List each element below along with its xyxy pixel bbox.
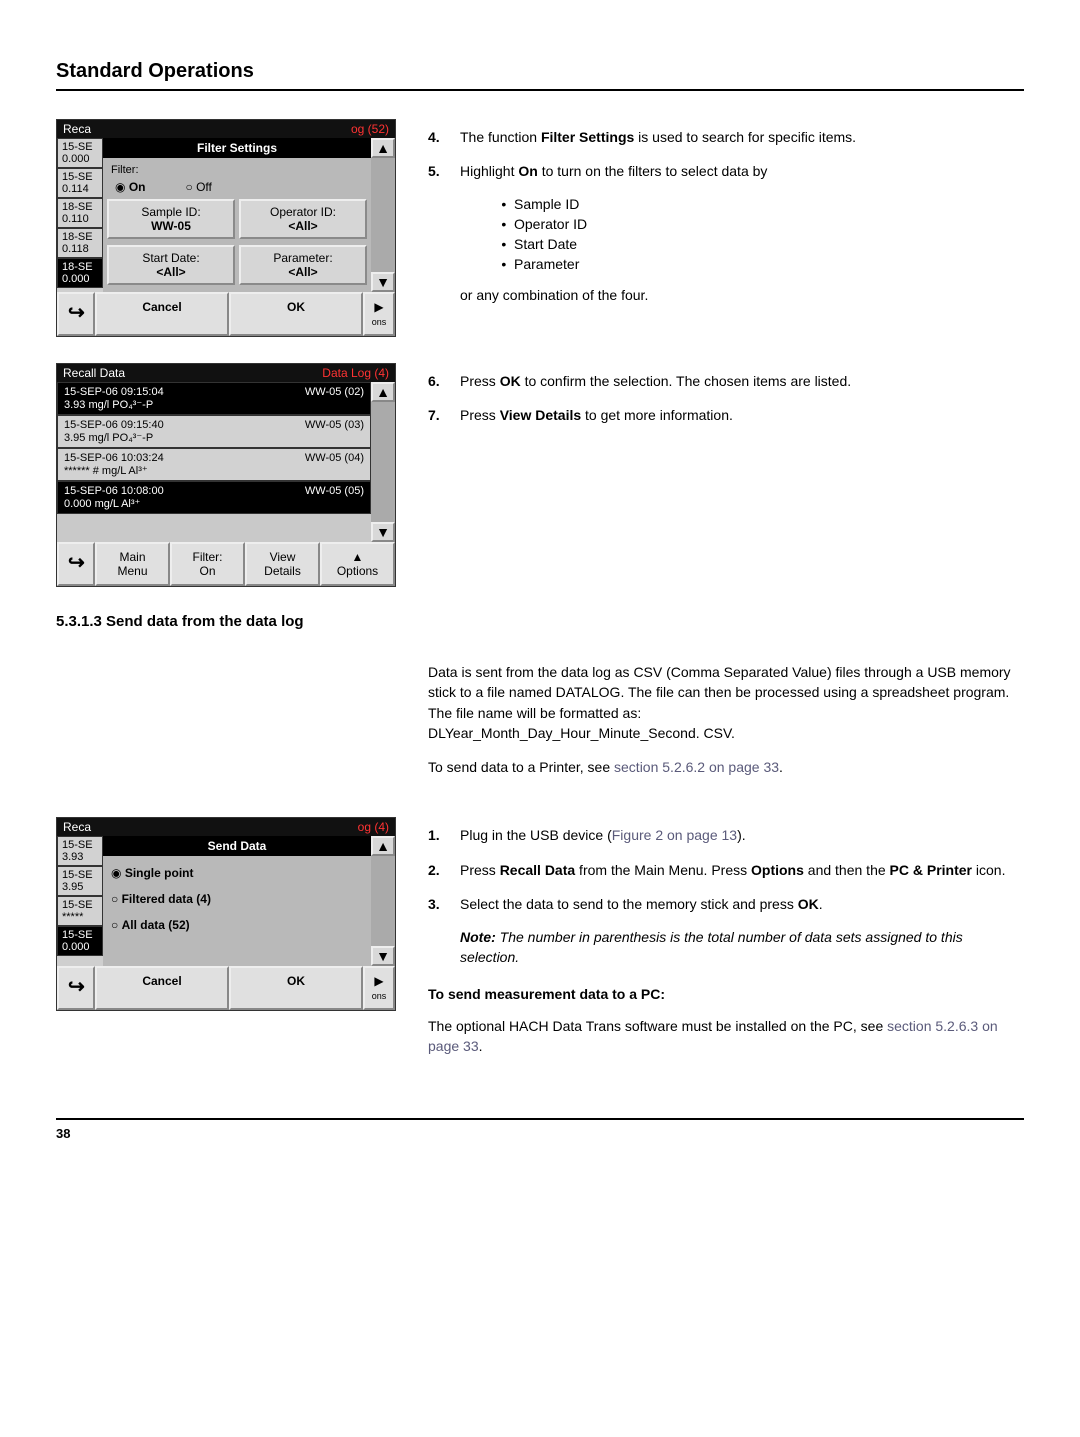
view-details-button[interactable]: View Details [245, 542, 320, 586]
scrollbar[interactable] [371, 856, 395, 946]
send-step-2: 2. Press Recall Data from the Main Menu.… [428, 860, 1024, 880]
dev1-title-left: Reca [63, 122, 91, 136]
sidebar-row: 18-SE0.000 [57, 258, 103, 288]
dev2-title-left: Recall Data [63, 366, 125, 380]
send-to-pc-text: The optional HACH Data Trans software mu… [428, 1016, 1024, 1057]
sidebar-row: 15-SE0.114 [57, 168, 103, 198]
step-6: 6. Press OK to confirm the selection. Th… [428, 371, 1024, 391]
dialog-title: Filter Settings [103, 138, 371, 158]
dialog-title: Send Data [103, 836, 371, 856]
filter-button[interactable]: Filter: On [170, 542, 245, 586]
radio-all[interactable]: ○ All data (52) [111, 918, 190, 932]
options-arrow-icon: ▶ [374, 974, 383, 988]
cancel-button[interactable]: Cancel [95, 966, 229, 1010]
radio-on[interactable]: ◉ On [115, 180, 145, 194]
scroll-up-icon[interactable]: ▲ [371, 138, 395, 158]
back-arrow-icon: ↩ [68, 550, 85, 575]
send-to-pc-heading: To send measurement data to a PC: [428, 986, 1024, 1002]
sidebar-row: 15-SE0.000 [57, 926, 103, 956]
back-arrow-icon: ↩ [68, 974, 85, 999]
scroll-down-icon[interactable]: ▼ [371, 522, 395, 542]
back-button[interactable]: ↩ [57, 966, 95, 1010]
printer-section-link[interactable]: section 5.2.6.2 on page 33 [614, 759, 779, 775]
options-spill: ▶ons [363, 292, 395, 336]
device-filter-settings: Reca og (52) 15-SE0.000 15-SE0.114 18-SE0… [56, 119, 396, 337]
sidebar-row: 15-SE***** [57, 896, 103, 926]
back-button[interactable]: ↩ [57, 542, 95, 586]
options-arrow-icon: ▲ [352, 550, 364, 564]
dev3-title-left: Reca [63, 820, 91, 834]
send-step-3: 3. Select the data to send to the memory… [428, 894, 1024, 914]
back-arrow-icon: ↩ [68, 300, 85, 325]
printer-link-line: To send data to a Printer, see section 5… [428, 757, 1024, 777]
device-recall-data-list: Recall Data Data Log (4) 15-SEP-06 09:15:… [56, 363, 396, 587]
page-heading: Standard Operations [56, 60, 1024, 91]
list-item[interactable]: 15-SEP-06 09:15:043.93 mg/l PO₄³⁻-PWW-05… [57, 382, 371, 415]
page-footer: 38 [56, 1118, 1024, 1141]
step-5: 5. Highlight On to turn on the filters t… [428, 161, 1024, 181]
scroll-up-icon[interactable]: ▲ [371, 382, 395, 402]
options-button[interactable]: ▲Options [320, 542, 395, 586]
scrollbar[interactable] [371, 402, 395, 522]
ok-button[interactable]: OK [229, 292, 363, 336]
sample-id-button[interactable]: Sample ID:WW-05 [107, 199, 235, 239]
scrollbar[interactable] [371, 158, 395, 272]
dev2-title-right: Data Log (4) [322, 366, 389, 380]
note-text: Note: The number in parenthesis is the t… [460, 928, 1024, 967]
dev1-title-right: og (52) [351, 122, 389, 136]
radio-single-point[interactable]: ◉ Single point [111, 866, 193, 880]
list-item[interactable]: 15-SEP-06 09:15:403.95 mg/l PO₄³⁻-PWW-05… [57, 415, 371, 448]
radio-filtered[interactable]: ○ Filtered data (4) [111, 892, 211, 906]
device-send-data: Reca og (4) 15-SE3.93 15-SE3.95 15-SE****… [56, 817, 396, 1011]
list-item[interactable]: 15-SEP-06 10:03:24****** # mg/L Al³⁺WW-0… [57, 448, 371, 481]
send-data-intro: Data is sent from the data log as CSV (C… [428, 662, 1024, 743]
radio-off[interactable]: ○ Off [185, 180, 211, 194]
scroll-down-icon[interactable]: ▼ [371, 272, 395, 292]
section-heading: 5.3.1.3 Send data from the data log [56, 613, 1024, 630]
start-date-button[interactable]: Start Date:<All> [107, 245, 235, 285]
scroll-up-icon[interactable]: ▲ [371, 836, 395, 856]
figure-2-link[interactable]: Figure 2 on page 13 [612, 827, 737, 843]
operator-id-button[interactable]: Operator ID:<All> [239, 199, 367, 239]
back-button[interactable]: ↩ [57, 292, 95, 336]
step-5-tail: or any combination of the four. [460, 286, 1024, 306]
scroll-down-icon[interactable]: ▼ [371, 946, 395, 966]
sidebar-row: 18-SE0.110 [57, 198, 103, 228]
step-7: 7. Press View Details to get more inform… [428, 405, 1024, 425]
options-arrow-icon: ▶ [374, 300, 383, 314]
main-menu-button[interactable]: Main Menu [95, 542, 170, 586]
filter-label: Filter: [107, 162, 367, 178]
dev3-title-right: og (4) [358, 820, 389, 834]
ok-button[interactable]: OK [229, 966, 363, 1010]
step-5-sublist: Sample ID Operator ID Start Date Paramet… [474, 196, 1024, 272]
sidebar-row: 15-SE3.95 [57, 866, 103, 896]
step-4: 4. The function Filter Settings is used … [428, 127, 1024, 147]
options-spill: ▶ons [363, 966, 395, 1010]
sidebar-row: 15-SE0.000 [57, 138, 103, 168]
sidebar-row: 15-SE3.93 [57, 836, 103, 866]
list-item[interactable]: 15-SEP-06 10:08:000.000 mg/L Al³⁺WW-05 (… [57, 481, 371, 514]
parameter-button[interactable]: Parameter:<All> [239, 245, 367, 285]
send-step-1: 1. Plug in the USB device (Figure 2 on p… [428, 825, 1024, 845]
cancel-button[interactable]: Cancel [95, 292, 229, 336]
sidebar-row: 18-SE0.118 [57, 228, 103, 258]
